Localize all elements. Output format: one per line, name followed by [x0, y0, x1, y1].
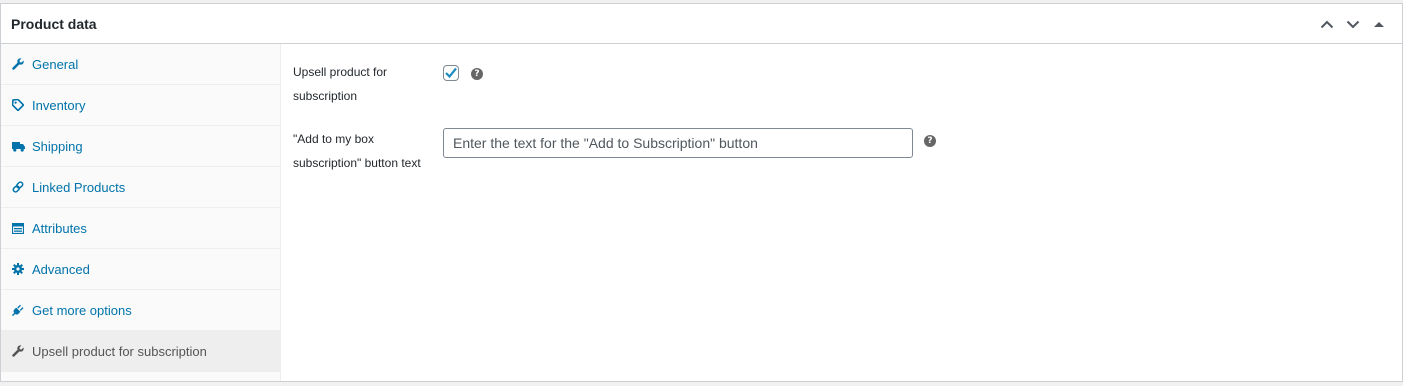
button-text-input[interactable] [443, 128, 913, 158]
plug-icon [11, 303, 25, 317]
upsell-options-panel: Upsell product for subscription ? "Add t… [282, 44, 1402, 381]
upsell-checkbox[interactable] [443, 65, 459, 81]
tab-label: Linked Products [32, 179, 126, 195]
tab-label: Attributes [32, 220, 87, 236]
panel-title: Product data [11, 16, 97, 32]
link-icon [11, 180, 25, 194]
tab-shipping[interactable]: Shipping [1, 126, 280, 167]
tab-label: Upsell product for subscription [32, 343, 207, 359]
product-data-panel: Product data General Inventory Shipping … [0, 3, 1403, 382]
wrench-icon [11, 344, 25, 358]
tab-label: Get more options [32, 302, 132, 318]
help-tip-icon[interactable]: ? [924, 135, 936, 147]
panel-header: Product data [1, 4, 1402, 44]
chevron-up-icon [1320, 20, 1334, 28]
tab-attributes[interactable]: Attributes [1, 208, 280, 249]
help-tip-icon[interactable]: ? [471, 68, 483, 80]
tag-icon [11, 98, 25, 112]
tab-label: General [32, 56, 79, 72]
wrench-icon [11, 57, 25, 71]
chevron-down-icon [1346, 20, 1360, 28]
move-down-button[interactable] [1340, 13, 1366, 35]
product-data-tabs: General Inventory Shipping Linked Produc… [1, 44, 281, 381]
gear-icon [11, 262, 25, 276]
list-icon [11, 221, 25, 235]
truck-icon [11, 139, 25, 153]
tab-upsell-product-for-subscription[interactable]: Upsell product for subscription [1, 331, 280, 372]
button-text-label-line2: subscription" button text [293, 156, 421, 170]
checkmark-icon [445, 67, 457, 79]
button-text-field: "Add to my box subscription" button text [293, 127, 433, 175]
upsell-field: Upsell product for subscription [293, 60, 433, 108]
panel-body: General Inventory Shipping Linked Produc… [1, 44, 1402, 381]
tab-label: Advanced [32, 261, 90, 277]
triangle-up-icon [1374, 21, 1384, 27]
tab-general[interactable]: General [1, 44, 280, 85]
tab-label: Inventory [32, 97, 86, 113]
tab-advanced[interactable]: Advanced [1, 249, 280, 290]
header-controls [1314, 13, 1392, 35]
button-text-label-line1: "Add to my box [293, 132, 374, 146]
toggle-panel-button[interactable] [1366, 13, 1392, 35]
upsell-label-line2: subscription [293, 89, 358, 103]
tab-get-more-options[interactable]: Get more options [1, 290, 280, 331]
upsell-label: Upsell product for subscription [293, 60, 433, 108]
tab-inventory[interactable]: Inventory [1, 85, 280, 126]
upsell-label-line1: Upsell product for [293, 65, 388, 79]
tab-label: Shipping [32, 138, 83, 154]
button-text-label: "Add to my box subscription" button text [293, 127, 433, 175]
move-up-button[interactable] [1314, 13, 1340, 35]
tab-linked-products[interactable]: Linked Products [1, 167, 280, 208]
